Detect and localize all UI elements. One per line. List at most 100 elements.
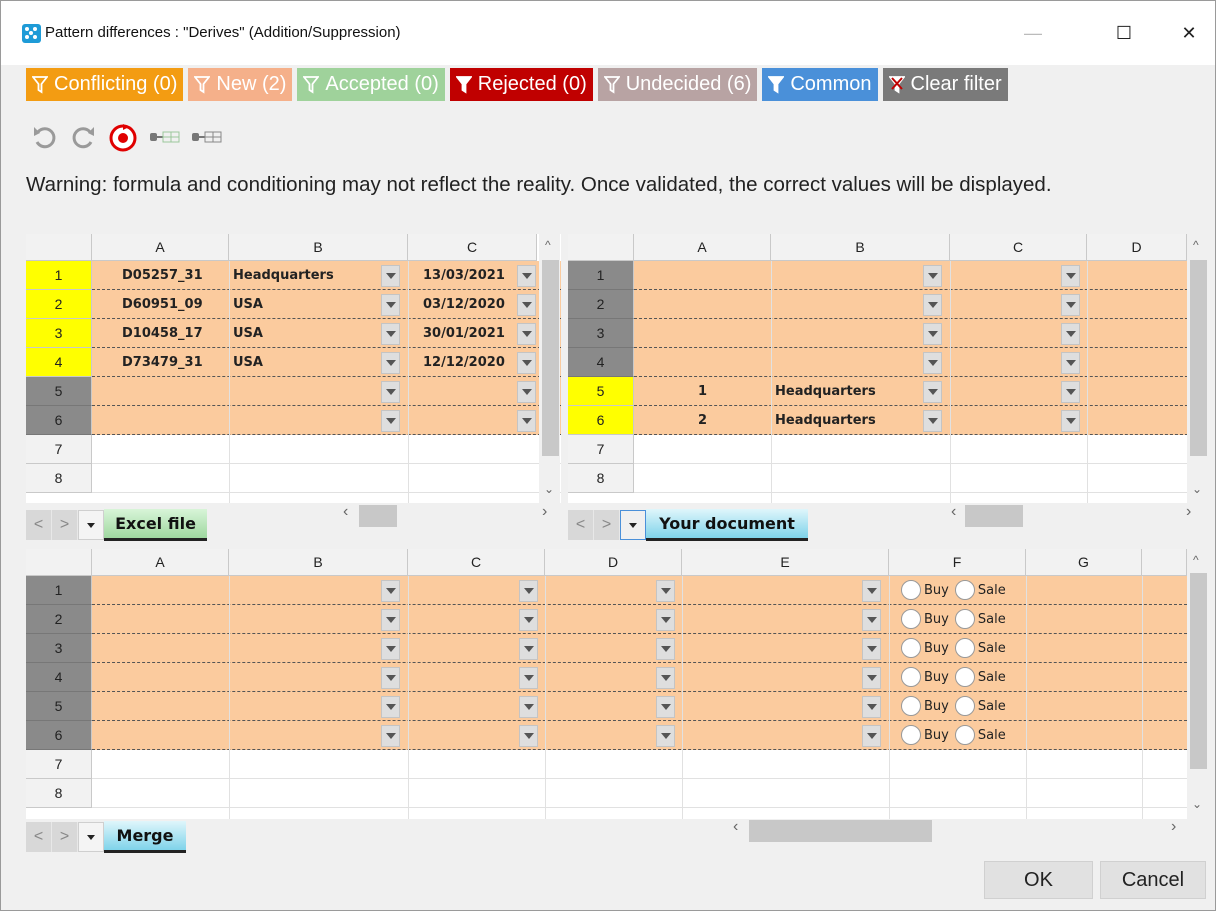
excel-file-grid[interactable]: A B C 1 D05257_31 Headquarters 13/03/2021 2 D…: [26, 234, 561, 503]
table-row[interactable]: 1 Headquarters: [634, 377, 1208, 406]
filter-accepted-button[interactable]: Accepted (0): [297, 68, 445, 101]
buy-radio[interactable]: Buy: [901, 638, 949, 658]
horizontal-scrollbar[interactable]: ‹ ›: [951, 501, 1196, 527]
dropdown-icon[interactable]: [381, 410, 400, 432]
dropdown-icon[interactable]: [381, 696, 400, 718]
sale-radio[interactable]: Sale: [954, 580, 1006, 600]
row-number[interactable]: 7: [26, 435, 92, 464]
sale-radio[interactable]: Sale: [954, 638, 1006, 658]
scroll-right-icon[interactable]: ›: [1171, 818, 1176, 836]
buy-radio[interactable]: Buy: [901, 580, 949, 600]
dropdown-icon[interactable]: [519, 667, 538, 689]
dropdown-icon[interactable]: [862, 638, 881, 660]
radio-group[interactable]: Buy Sale: [901, 721, 1012, 749]
column-header[interactable]: C: [950, 234, 1087, 261]
column-header[interactable]: D: [1087, 234, 1187, 261]
prev-sheet-icon[interactable]: <: [26, 822, 52, 852]
table-row[interactable]: D73479_31 USA 12/12/2020: [92, 348, 561, 377]
dropdown-icon[interactable]: [517, 410, 536, 432]
row-number[interactable]: 7: [568, 435, 634, 464]
column-header[interactable]: A: [634, 234, 771, 261]
table-row[interactable]: [634, 319, 1208, 348]
scroll-left-icon[interactable]: ‹: [733, 818, 738, 836]
radio-circle-icon[interactable]: [901, 696, 921, 716]
sale-radio[interactable]: Sale: [954, 725, 1006, 745]
column-header[interactable]: E: [682, 549, 889, 576]
your-document-grid[interactable]: A B C D 1 2 3 4 5 1 Headquarters 6 2 Headquarters…: [568, 234, 1208, 503]
table-row[interactable]: D60951_09 USA 03/12/2020: [92, 290, 561, 319]
cell-a[interactable]: 1: [698, 377, 707, 405]
dropdown-icon[interactable]: [923, 381, 942, 403]
dropdown-icon[interactable]: [519, 580, 538, 602]
table-row[interactable]: Buy Sale: [92, 576, 1187, 605]
sheet-dropdown-icon[interactable]: [78, 822, 104, 852]
dropdown-icon[interactable]: [923, 410, 942, 432]
filter-rejected-button[interactable]: Rejected (0): [449, 68, 593, 101]
dropdown-icon[interactable]: [381, 265, 400, 287]
table-row[interactable]: Buy Sale: [92, 634, 1187, 663]
radio-circle-icon[interactable]: [954, 638, 975, 658]
scroll-down-icon[interactable]: ⌄: [544, 482, 554, 496]
buy-radio[interactable]: Buy: [901, 725, 949, 745]
column-header[interactable]: G: [1026, 549, 1142, 576]
sale-radio[interactable]: Sale: [954, 667, 1006, 687]
row-number[interactable]: 1: [26, 576, 92, 605]
radio-circle-icon[interactable]: [954, 609, 975, 629]
table-row[interactable]: Buy Sale: [92, 692, 1187, 721]
close-button[interactable]: ✕: [1169, 15, 1209, 51]
table-row[interactable]: Buy Sale: [92, 605, 1187, 634]
prev-sheet-icon[interactable]: <: [568, 510, 594, 540]
dropdown-icon[interactable]: [656, 696, 675, 718]
table-row[interactable]: [634, 435, 1208, 464]
dropdown-icon[interactable]: [519, 725, 538, 747]
cell-b[interactable]: USA: [233, 348, 263, 376]
dropdown-icon[interactable]: [862, 609, 881, 631]
scroll-right-icon[interactable]: ›: [542, 503, 547, 521]
dropdown-icon[interactable]: [517, 381, 536, 403]
buy-radio[interactable]: Buy: [901, 696, 949, 716]
horizontal-scrollbar[interactable]: ‹ ›: [731, 816, 1196, 842]
radio-circle-icon[interactable]: [901, 580, 921, 600]
dropdown-icon[interactable]: [656, 725, 675, 747]
sheet-dropdown-icon[interactable]: [78, 510, 104, 540]
row-number[interactable]: 4: [568, 348, 634, 377]
cancel-button[interactable]: Cancel: [1100, 861, 1206, 899]
cell-a[interactable]: D05257_31: [122, 261, 203, 289]
dropdown-icon[interactable]: [923, 323, 942, 345]
clear-filter-button[interactable]: Clear filter: [882, 68, 1008, 101]
row-number[interactable]: 5: [568, 377, 634, 406]
row-number[interactable]: 5: [26, 692, 92, 721]
row-number[interactable]: 8: [26, 464, 92, 493]
table-row[interactable]: [634, 261, 1208, 290]
radio-circle-icon[interactable]: [901, 638, 921, 658]
cell-c[interactable]: 12/12/2020: [423, 348, 505, 376]
dropdown-icon[interactable]: [923, 352, 942, 374]
filter-undecided-button[interactable]: Undecided (6): [597, 68, 758, 101]
dropdown-icon[interactable]: [862, 696, 881, 718]
filter-conflicting-button[interactable]: Conflicting (0): [26, 68, 184, 101]
scroll-down-icon[interactable]: ⌄: [1192, 482, 1202, 496]
radio-group[interactable]: Buy Sale: [901, 576, 1012, 604]
dropdown-icon[interactable]: [517, 323, 536, 345]
dropdown-icon[interactable]: [517, 265, 536, 287]
row-number[interactable]: 2: [26, 605, 92, 634]
row-number[interactable]: 2: [26, 290, 92, 319]
table-row[interactable]: Buy Sale: [92, 663, 1187, 692]
next-sheet-icon[interactable]: >: [52, 510, 78, 540]
row-number[interactable]: 6: [26, 721, 92, 750]
scroll-thumb[interactable]: [1190, 573, 1207, 769]
tab-merge[interactable]: Merge: [104, 821, 186, 853]
cell-a[interactable]: D73479_31: [122, 348, 203, 376]
sale-radio[interactable]: Sale: [954, 696, 1006, 716]
dropdown-icon[interactable]: [381, 609, 400, 631]
row-number[interactable]: 3: [26, 634, 92, 663]
dropdown-icon[interactable]: [381, 352, 400, 374]
dropdown-icon[interactable]: [1061, 323, 1080, 345]
row-number[interactable]: 1: [26, 261, 92, 290]
buy-radio[interactable]: Buy: [901, 609, 949, 629]
column-header[interactable]: A: [92, 234, 229, 261]
row-number[interactable]: 8: [26, 779, 92, 808]
column-header[interactable]: C: [408, 234, 537, 261]
dropdown-icon[interactable]: [381, 381, 400, 403]
dropdown-icon[interactable]: [656, 580, 675, 602]
